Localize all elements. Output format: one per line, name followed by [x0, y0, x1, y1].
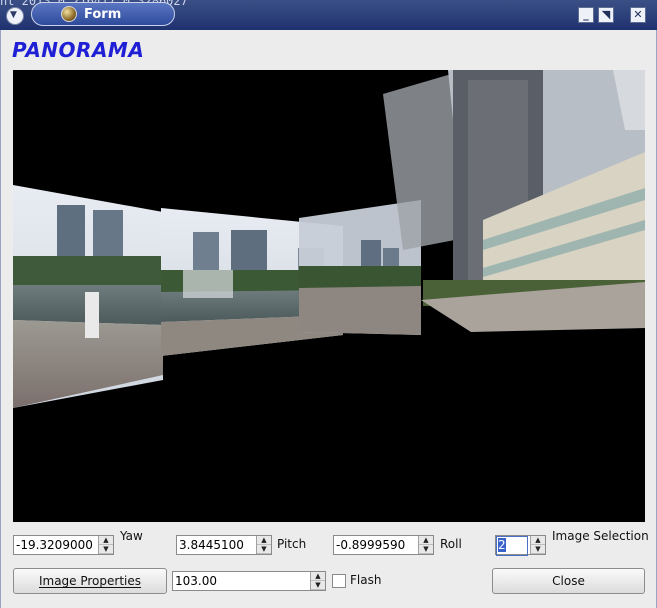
panorama-viewport[interactable] [13, 70, 645, 522]
arrow-down-icon[interactable]: ▼ [311, 581, 325, 590]
image-selection-value: 2 [498, 538, 506, 552]
form-window: PANORAMA -19.3209000 ▲ ▼ Yaw 3.8445100 ▲… [0, 30, 657, 608]
arrow-down-icon[interactable]: ▼ [531, 545, 545, 554]
yaw-input[interactable] [14, 536, 99, 554]
arrow-up-icon[interactable]: ▲ [419, 536, 433, 545]
close-window-button[interactable]: ✕ [630, 7, 646, 23]
arrow-down-icon[interactable]: ▼ [257, 545, 271, 554]
fov-spinbox[interactable]: ▲ ▼ [172, 571, 326, 591]
pitch-stepper[interactable]: ▲ ▼ [256, 536, 271, 554]
panorama-image [13, 70, 645, 408]
fov-input[interactable] [173, 572, 311, 590]
page-title: PANORAMA [12, 38, 145, 62]
roll-input[interactable] [334, 536, 419, 554]
roll-spinbox[interactable]: ▲ ▼ [333, 535, 434, 555]
image-selection-stepper[interactable]: ▲ ▼ [530, 536, 545, 554]
title-bar: nt 2013 0.216417 0.3286027 ▼ Form _ ◥ ✕ [0, 0, 657, 30]
window-title-tab[interactable]: Form [31, 2, 175, 26]
arrow-up-icon[interactable]: ▲ [257, 536, 271, 545]
image-selection-spinbox[interactable]: 2 ▲ ▼ [495, 535, 546, 556]
yaw-stepper[interactable]: ▲ ▼ [98, 536, 113, 554]
arrow-up-icon[interactable]: ▲ [99, 536, 113, 545]
roll-label: Roll [440, 537, 462, 551]
image-selection-field[interactable]: 2 [496, 536, 528, 556]
minimize-button[interactable]: _ [578, 7, 594, 23]
arrow-down-icon[interactable]: ▼ [419, 545, 433, 554]
yaw-label: Yaw [120, 529, 143, 543]
image-properties-label: Image Properties [38, 574, 142, 588]
pitch-spinbox[interactable]: ▲ ▼ [176, 535, 272, 555]
close-button[interactable]: Close [492, 568, 645, 594]
flash-label[interactable]: Flash [350, 573, 381, 587]
window-menu-button[interactable]: ▼ [6, 7, 24, 25]
globe-icon [61, 6, 77, 22]
yaw-spinbox[interactable]: ▲ ▼ [13, 535, 114, 555]
roll-stepper[interactable]: ▲ ▼ [418, 536, 433, 554]
fov-stepper[interactable]: ▲ ▼ [310, 572, 325, 590]
pitch-label: Pitch [277, 537, 307, 551]
image-selection-label: Image Selection [552, 529, 649, 543]
window-title: Form [84, 7, 122, 22]
arrow-up-icon[interactable]: ▲ [311, 572, 325, 581]
arrow-up-icon[interactable]: ▲ [531, 536, 545, 545]
image-properties-button[interactable]: Image Properties [13, 568, 167, 594]
pitch-input[interactable] [177, 536, 257, 554]
maximize-button[interactable]: ◥ [598, 7, 614, 23]
flash-checkbox[interactable] [332, 574, 346, 588]
chevron-down-icon: ▼ [10, 10, 17, 20]
close-button-label: Close [552, 574, 585, 588]
arrow-down-icon[interactable]: ▼ [99, 545, 113, 554]
